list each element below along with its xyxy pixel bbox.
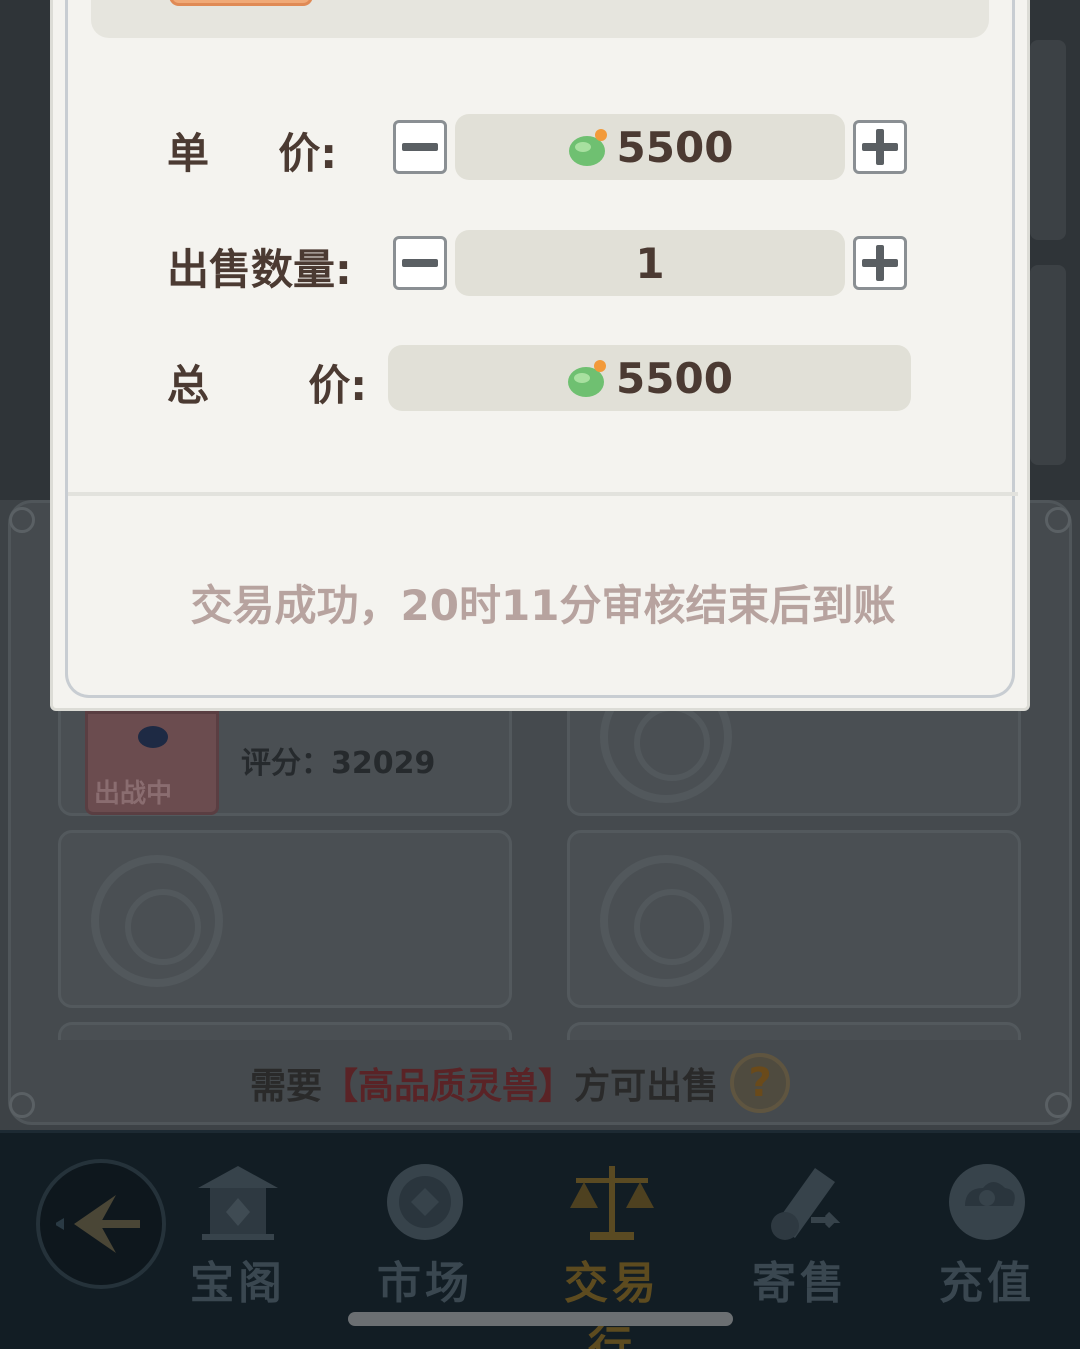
quantity-field[interactable]: 1 <box>455 230 845 296</box>
empty-slot-icon <box>600 855 732 987</box>
unit-price-plus-button[interactable] <box>853 120 907 174</box>
trade-status-message: 交易成功，20时11分审核结束后到账 <box>190 581 896 630</box>
label-part: 价: <box>278 129 337 178</box>
pet-card-partial <box>567 1022 1021 1040</box>
pet-status-tag: 出战中 <box>94 779 173 809</box>
total-price-field: 5500 <box>388 345 911 411</box>
plus-icon <box>862 245 898 281</box>
panel-corner-ornament <box>1045 507 1071 533</box>
pavilion-icon <box>198 1166 278 1240</box>
plus-icon <box>862 129 898 165</box>
label-part: 总 <box>167 361 210 410</box>
quantity-plus-button[interactable] <box>853 236 907 290</box>
pet-eye-icon <box>138 726 168 748</box>
cloud-icon <box>949 1164 1025 1240</box>
nav-label: 交易行 <box>564 1258 660 1349</box>
panel-corner-ornament <box>9 1092 35 1118</box>
coin-icon <box>387 1164 463 1240</box>
hint-bracket-close: 】 <box>538 1066 575 1107</box>
background-side-tab <box>1030 265 1066 465</box>
pet-score: 评分：32029 <box>241 746 436 781</box>
unit-price-field[interactable]: 5500 <box>455 114 845 180</box>
scale-icon <box>570 1166 654 1240</box>
back-button[interactable] <box>36 1159 166 1289</box>
pet-card-empty[interactable] <box>58 830 512 1008</box>
jade-coin-icon <box>568 360 607 397</box>
unit-price-label: 单 价: <box>167 120 337 181</box>
quantity-label: 出售数量: <box>167 245 352 294</box>
hint-highlight: 高品质灵兽 <box>358 1066 539 1107</box>
panel-corner-ornament <box>1045 1092 1071 1118</box>
pet-card-partial <box>58 1022 512 1040</box>
home-indicator[interactable] <box>348 1312 733 1326</box>
scroll-icon <box>771 1168 841 1240</box>
sell-requirement-hint: 需要 【 高品质灵兽 】 方可出售 ? <box>250 1053 791 1113</box>
unit-price-value: 5500 <box>616 122 734 172</box>
quantity-minus-button[interactable] <box>393 236 447 290</box>
minus-icon <box>402 259 438 267</box>
pet-avatar: 出战中 <box>85 711 219 815</box>
nav-item-treasure-pavilion[interactable]: 宝阁 <box>173 1159 303 1311</box>
total-price-value: 5500 <box>616 353 733 403</box>
question-mark-icon: ? <box>748 1060 772 1106</box>
unit-price-minus-button[interactable] <box>393 120 447 174</box>
minus-icon <box>402 143 438 151</box>
quantity-value: 1 <box>635 238 665 288</box>
header-orange-button[interactable] <box>169 0 313 6</box>
nav-label: 充值 <box>939 1258 1035 1309</box>
pet-card-empty[interactable] <box>567 830 1021 1008</box>
jade-coin-icon <box>568 129 607 166</box>
hint-bracket-open: 【 <box>322 1066 359 1107</box>
help-button[interactable]: ? <box>730 1053 791 1113</box>
empty-slot-icon <box>91 855 223 987</box>
hint-suffix: 方可出售 <box>574 1066 719 1107</box>
back-arrow-icon <box>56 1195 140 1253</box>
hint-prefix: 需要 <box>250 1066 323 1107</box>
sell-dialog: 单 价: 5500 出售数量: 1 总 价: 5500 交易成功，20时11分审… <box>50 0 1030 711</box>
nav-item-consignment[interactable]: 寄售 <box>735 1159 865 1311</box>
nav-label: 宝阁 <box>190 1258 286 1309</box>
panel-corner-ornament <box>9 507 35 533</box>
nav-item-recharge[interactable]: 充值 <box>922 1159 1052 1311</box>
nav-item-market[interactable]: 市场 <box>360 1159 490 1311</box>
dialog-divider <box>68 492 1018 496</box>
label-part: 单 <box>167 129 210 178</box>
background-side-tab <box>1030 40 1066 240</box>
label-part: 价: <box>308 361 367 410</box>
dialog-header-strip <box>91 0 989 38</box>
nav-label: 市场 <box>377 1258 473 1309</box>
total-price-label: 总 价: <box>167 352 367 413</box>
nav-label: 寄售 <box>752 1258 848 1309</box>
